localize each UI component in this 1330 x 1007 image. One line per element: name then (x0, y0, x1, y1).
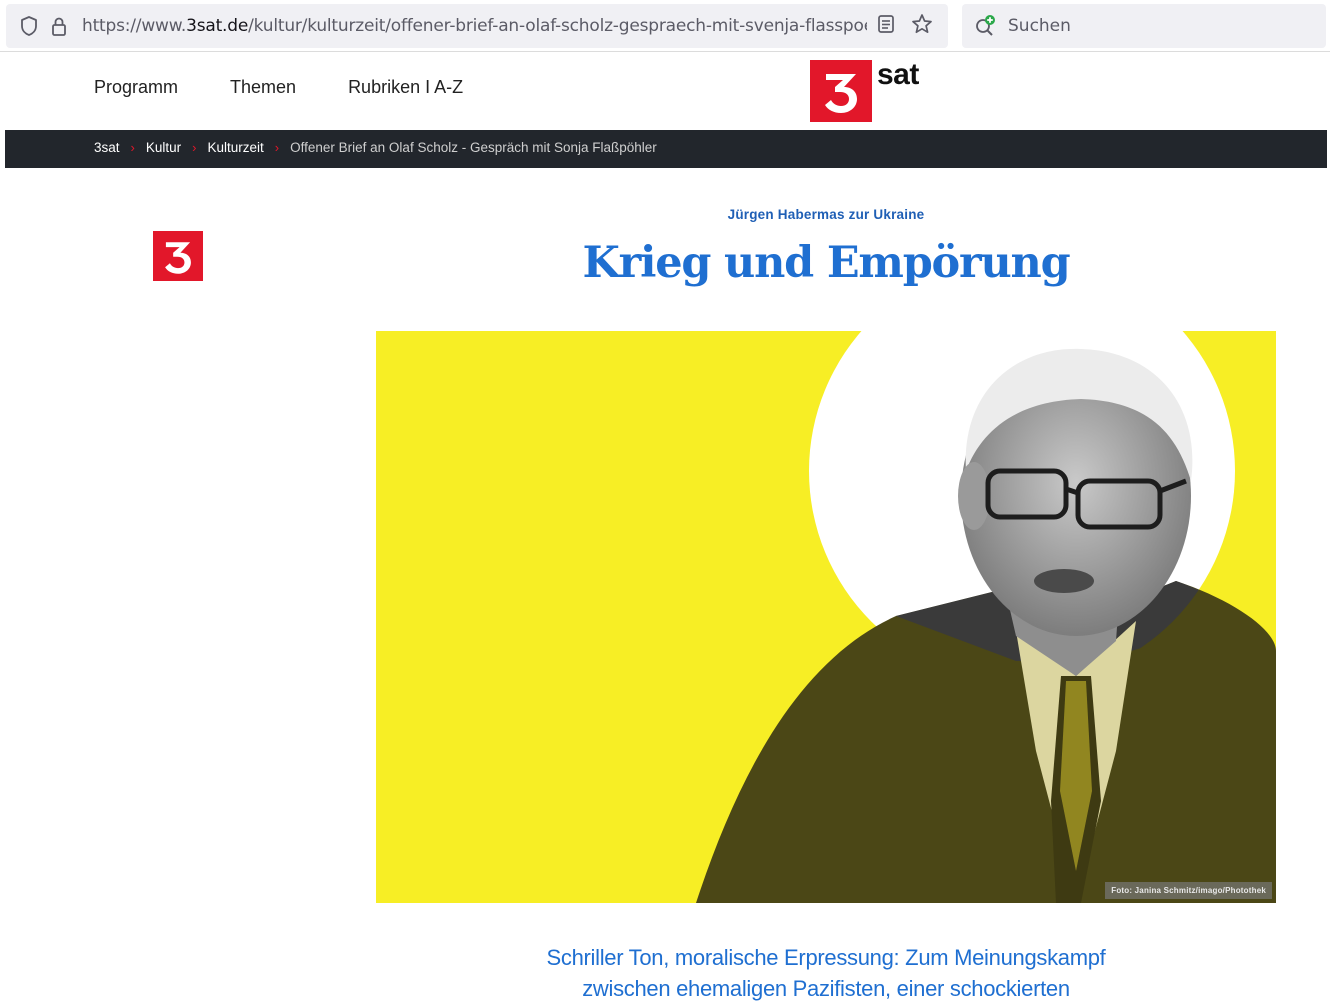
side-logo-mark (153, 231, 203, 281)
breadcrumb-bar: 3sat › Kultur › Kulturzeit › Offener Bri… (5, 130, 1327, 168)
search-placeholder: Suchen (1008, 16, 1071, 36)
chevron-right-icon: › (274, 140, 280, 155)
article-lead-line: Schriller Ton, moralische Erpressung: Zu… (546, 945, 1106, 970)
chevron-right-icon: › (192, 140, 197, 155)
article-kicker: Jürgen Habermas zur Ukraine (727, 207, 925, 222)
browser-toolbar: https://www.3sat.de/kultur/kulturzeit/of… (0, 0, 1330, 52)
hero-image: Foto: Janina Schmitz/imago/Photothek (376, 331, 1276, 903)
article-lead: Schriller Ton, moralische Erpressung: Zu… (376, 942, 1276, 1004)
url-path: /kultur/kulturzeit/offener-brief-an-olaf… (248, 16, 867, 36)
url-domain: 3sat.de (186, 16, 249, 36)
article-headline: Krieg und Empörung (582, 238, 1071, 288)
breadcrumb-current: Offener Brief an Olaf Scholz - Gespräch … (290, 140, 657, 155)
lock-icon[interactable] (48, 15, 70, 37)
reader-view-icon[interactable] (877, 14, 895, 39)
chevron-right-icon: › (130, 140, 135, 155)
nav-item-rubriken[interactable]: Rubriken I A-Z (348, 77, 463, 98)
nav-item-themen[interactable]: Themen (230, 77, 296, 98)
image-credit: Foto: Janina Schmitz/imago/Photothek (1105, 882, 1272, 899)
nav-item-programm[interactable]: Programm (94, 77, 178, 98)
hero-illustration (376, 331, 1276, 903)
address-bar[interactable]: https://www.3sat.de/kultur/kulturzeit/of… (6, 4, 948, 48)
logo-mark (810, 60, 872, 122)
site-header: Programm Themen Rubriken I A-Z sat (0, 53, 1330, 130)
shield-icon[interactable] (18, 15, 40, 37)
breadcrumb: 3sat › Kultur › Kulturzeit › Offener Bri… (94, 140, 657, 155)
search-bar[interactable]: Suchen (962, 4, 1326, 48)
main-nav: Programm Themen Rubriken I A-Z (94, 77, 463, 98)
url-prefix: https://www. (82, 16, 187, 36)
logo-wordmark: sat (877, 58, 919, 91)
breadcrumb-item-3sat[interactable]: 3sat (94, 140, 120, 155)
breadcrumb-item-kulturzeit[interactable]: Kulturzeit (208, 140, 264, 155)
bookmark-star-icon[interactable] (911, 13, 933, 40)
article-lead-line: zwischen ehemaligen Pazifisten, einer sc… (582, 976, 1070, 1001)
breadcrumb-item-kultur[interactable]: Kultur (146, 140, 181, 155)
search-add-icon (974, 14, 998, 38)
url-text[interactable]: https://www.3sat.de/kultur/kulturzeit/of… (82, 16, 867, 36)
